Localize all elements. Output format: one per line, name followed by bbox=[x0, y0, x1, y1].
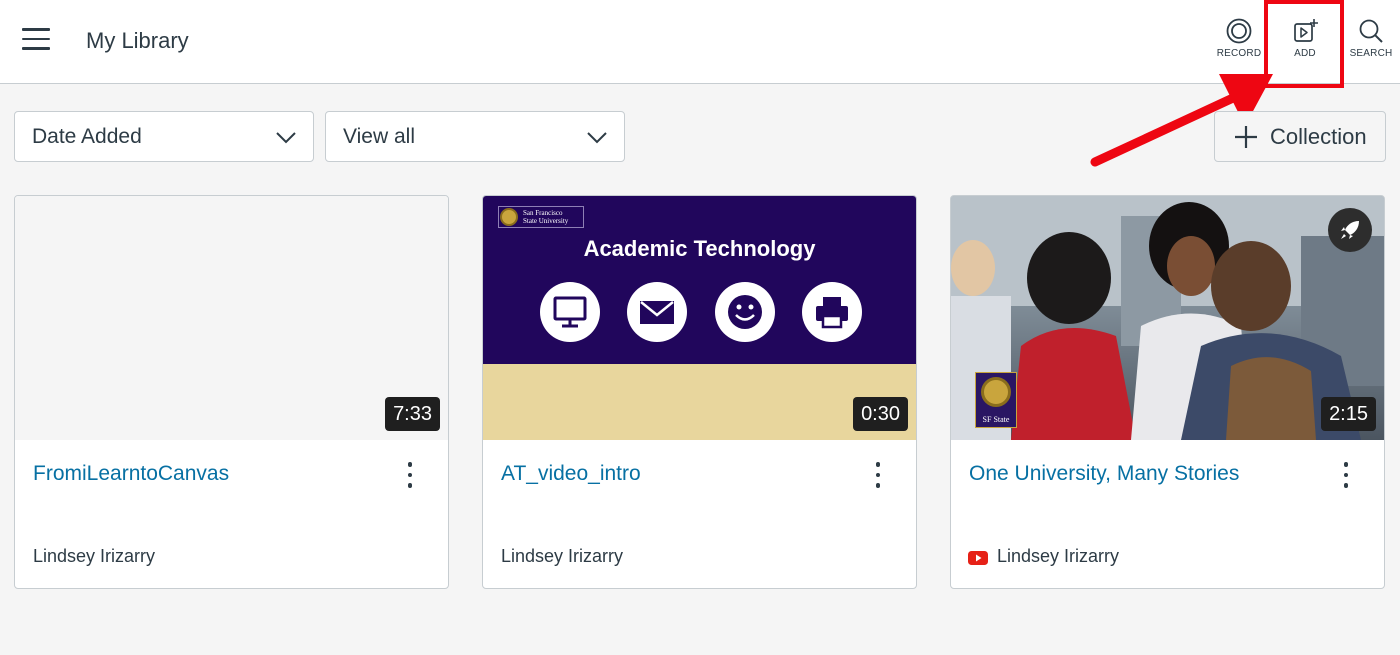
sf-state-badge: SF State bbox=[975, 372, 1017, 428]
thumbnail-banner: San Francisco State University Academic … bbox=[483, 196, 916, 364]
thumbnail-footer bbox=[483, 364, 916, 440]
thumbnail-heading: Academic Technology bbox=[583, 236, 816, 261]
duration-badge: 2:15 bbox=[1321, 397, 1376, 431]
view-select[interactable]: View all bbox=[325, 111, 625, 162]
chevron-down-icon bbox=[587, 132, 607, 144]
media-thumbnail[interactable]: SF State 2:15 bbox=[951, 196, 1384, 440]
media-owner: Lindsey Irizarry bbox=[501, 546, 624, 566]
add-label: ADD bbox=[1294, 48, 1316, 59]
duration-badge: 7:33 bbox=[385, 397, 440, 431]
media-thumbnail[interactable]: 7:33 bbox=[15, 196, 448, 440]
logo-text-line1: San Francisco bbox=[523, 209, 563, 217]
record-label: RECORD bbox=[1216, 48, 1262, 59]
sort-select[interactable]: Date Added bbox=[14, 111, 314, 162]
media-card: 7:33 FromiLearntoCanvas Lindsey Irizarry bbox=[14, 195, 449, 589]
badge-text: SF State bbox=[982, 415, 1010, 424]
plus-icon bbox=[1235, 126, 1257, 148]
more-options-icon[interactable] bbox=[400, 462, 420, 492]
hamburger-menu-icon[interactable] bbox=[22, 28, 52, 52]
chevron-down-icon bbox=[276, 132, 296, 144]
media-title-link[interactable]: One University, Many Stories bbox=[969, 462, 1239, 486]
media-card: San Francisco State University Academic … bbox=[482, 195, 917, 589]
logo-text-line2: State University bbox=[523, 217, 569, 225]
duration-badge: 0:30 bbox=[853, 397, 908, 431]
sfsu-logo: San Francisco State University bbox=[498, 206, 584, 228]
media-card: SF State 2:15 One University, Many Stori… bbox=[950, 195, 1385, 589]
media-thumbnail[interactable]: San Francisco State University Academic … bbox=[483, 196, 916, 440]
search-icon bbox=[1359, 19, 1383, 43]
media-owner: Lindsey Irizarry bbox=[997, 546, 1120, 566]
search-label: SEARCH bbox=[1349, 48, 1393, 59]
monitor-icon bbox=[540, 282, 600, 342]
view-select-value: View all bbox=[343, 125, 415, 148]
rocket-icon[interactable] bbox=[1328, 208, 1372, 252]
add-collection-button[interactable]: Collection bbox=[1214, 111, 1386, 162]
youtube-icon bbox=[968, 551, 988, 565]
search-button[interactable]: SEARCH bbox=[1341, 18, 1400, 68]
add-media-icon bbox=[1294, 19, 1318, 42]
media-title-link[interactable]: FromiLearntoCanvas bbox=[33, 462, 229, 486]
envelope-icon bbox=[627, 282, 687, 342]
students-photo: SF State bbox=[951, 196, 1384, 440]
media-owner: Lindsey Irizarry bbox=[33, 546, 156, 566]
page-title: My Library bbox=[86, 28, 189, 53]
printer-icon bbox=[802, 282, 862, 342]
media-title-link[interactable]: AT_video_intro bbox=[501, 462, 641, 486]
more-options-icon[interactable] bbox=[868, 462, 888, 492]
smiley-icon bbox=[715, 282, 775, 342]
record-icon bbox=[1226, 18, 1252, 44]
collection-button-label: Collection bbox=[1270, 124, 1367, 149]
sort-select-value: Date Added bbox=[32, 125, 142, 148]
more-options-icon[interactable] bbox=[1336, 462, 1356, 492]
